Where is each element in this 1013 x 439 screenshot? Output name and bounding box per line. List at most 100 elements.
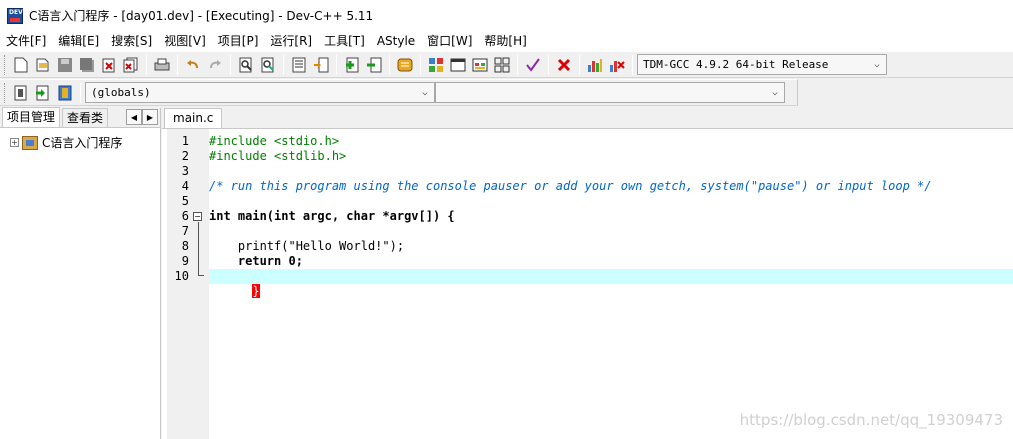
rebuild-all-button[interactable] (492, 55, 512, 75)
closing-brace: } (252, 284, 260, 298)
line-number-gutter: 1 2 3 4 5 6 7 8 9 10 − (167, 129, 209, 439)
toggle-bookmark-button[interactable] (33, 83, 53, 103)
editor-tabs: main.c (162, 108, 1013, 129)
menu-astyle[interactable]: AStyle (371, 31, 421, 51)
insert-button[interactable] (11, 83, 31, 103)
line-number: 1 (181, 134, 189, 148)
menu-file[interactable]: 文件[F] (0, 31, 52, 51)
chevron-down-icon[interactable]: ⌵ (868, 55, 886, 74)
save-button[interactable] (55, 55, 75, 75)
compiler-select[interactable]: TDM-GCC 4.9.2 64-bit Release ⌵ (637, 54, 887, 75)
delete-profile-button[interactable] (607, 55, 627, 75)
chevron-right-icon[interactable]: ▶ (142, 109, 158, 125)
compile-button[interactable] (426, 55, 446, 75)
new-file-button[interactable] (11, 55, 31, 75)
project-tree-item[interactable]: + C语言入门程序 (0, 128, 160, 151)
line-number: 4 (181, 179, 189, 193)
code-editor[interactable]: #include <stdio.h> #include <stdlib.h> /… (209, 129, 1013, 439)
run-window-icon (450, 58, 466, 71)
menu-edit[interactable]: 编辑[E] (52, 31, 105, 51)
tab-main-c[interactable]: main.c (164, 108, 223, 128)
syntax-check-button[interactable] (523, 55, 543, 75)
menu-tools[interactable]: 工具[T] (318, 31, 371, 51)
redo-button[interactable] (205, 55, 225, 75)
tab-project-manager[interactable]: 项目管理 (2, 107, 61, 127)
menu-help[interactable]: 帮助[H] (478, 31, 532, 51)
open-project-button[interactable] (33, 55, 53, 75)
menu-view[interactable]: 视图[V] (158, 31, 212, 51)
project-options-button[interactable] (395, 55, 415, 75)
undo-icon (187, 59, 198, 68)
menu-search[interactable]: 搜索[S] (105, 31, 158, 51)
toolbar-separator (230, 54, 231, 75)
save-all-button[interactable] (77, 55, 97, 75)
remove-from-project-button[interactable] (364, 55, 384, 75)
find-button[interactable] (236, 55, 256, 75)
save-all-icon (80, 57, 94, 72)
menu-bar: 文件[F] 编辑[E] 搜索[S] 视图[V] 项目[P] 运行[R] 工具[T… (0, 31, 1013, 51)
current-line: } (209, 269, 1013, 298)
chevron-down-icon[interactable]: ⌵ (766, 83, 784, 102)
fold-collapse-icon[interactable]: − (193, 212, 202, 221)
toolbar-separator (517, 54, 518, 75)
new-file-icon (14, 57, 28, 72)
toolbar-separator (283, 54, 284, 75)
indent-button[interactable] (289, 55, 309, 75)
toolbar-separator (389, 54, 390, 75)
devcpp-app-icon[interactable]: DEV (7, 7, 23, 24)
line-number: 6 (181, 209, 189, 223)
replace-icon (261, 57, 274, 72)
line-number: 5 (181, 194, 189, 208)
close-file-button[interactable] (99, 55, 119, 75)
add-to-project-button[interactable] (342, 55, 362, 75)
menu-project[interactable]: 项目[P] (212, 31, 265, 51)
scope-select[interactable]: (globals) ⌵ (85, 82, 435, 103)
replace-button[interactable] (258, 55, 278, 75)
goto-bookmark-button[interactable] (55, 83, 75, 103)
app-icon-text: DEV (9, 8, 23, 16)
compiler-select-value: TDM-GCC 4.9.2 64-bit Release (643, 58, 829, 71)
menu-window[interactable]: 窗口[W] (421, 31, 478, 51)
toolbar-separator (80, 82, 81, 103)
toolbar-grip[interactable] (4, 54, 7, 75)
compile-icon (429, 57, 443, 72)
editor-area: main.c 1 2 3 4 5 6 7 8 9 10 − #include <… (162, 108, 1013, 439)
menu-run[interactable]: 运行[R] (264, 31, 318, 51)
member-select[interactable]: ⌵ (435, 82, 785, 103)
check-icon (526, 57, 540, 72)
tab-scroll-arrows: ◀ ▶ (126, 109, 158, 125)
fold-line-end (198, 275, 204, 276)
toolbar-separator (336, 54, 337, 75)
run-button[interactable] (448, 55, 468, 75)
project-panel: 项目管理 查看类 ◀ ▶ + C语言入门程序 (0, 107, 161, 439)
compile-run-button[interactable] (470, 55, 490, 75)
tab-class-browser[interactable]: 查看类 (62, 108, 109, 127)
undo-button[interactable] (183, 55, 203, 75)
project-name: C语言入门程序 (42, 136, 123, 150)
stop-icon (557, 58, 571, 71)
delete-chart-icon (610, 60, 625, 72)
window-title: C语言入门程序 - [day01.dev] - [Executing] - De… (29, 9, 374, 23)
profile-button[interactable] (585, 55, 605, 75)
print-button[interactable] (152, 55, 172, 75)
toolbar-grip[interactable] (4, 82, 7, 103)
code-line-return: return 0; (209, 254, 303, 268)
close-all-icon (123, 57, 138, 72)
goto-line-button[interactable] (311, 55, 331, 75)
chevron-left-icon[interactable]: ◀ (126, 109, 142, 125)
save-icon (58, 57, 72, 72)
close-all-button[interactable] (121, 55, 141, 75)
remove-file-icon (367, 57, 382, 72)
stop-execution-button[interactable] (554, 55, 574, 75)
bookmark-icon (36, 85, 49, 100)
project-options-icon (397, 58, 413, 71)
code-line-printf: printf("Hello World!"); (209, 239, 405, 253)
line-number: 8 (181, 239, 189, 253)
line-number: 3 (181, 164, 189, 178)
watermark: https://blog.csdn.net/qq_19309473 (739, 411, 1003, 429)
chevron-down-icon[interactable]: ⌵ (416, 83, 434, 102)
close-file-icon (102, 58, 115, 72)
tree-expander[interactable]: + (10, 138, 19, 147)
